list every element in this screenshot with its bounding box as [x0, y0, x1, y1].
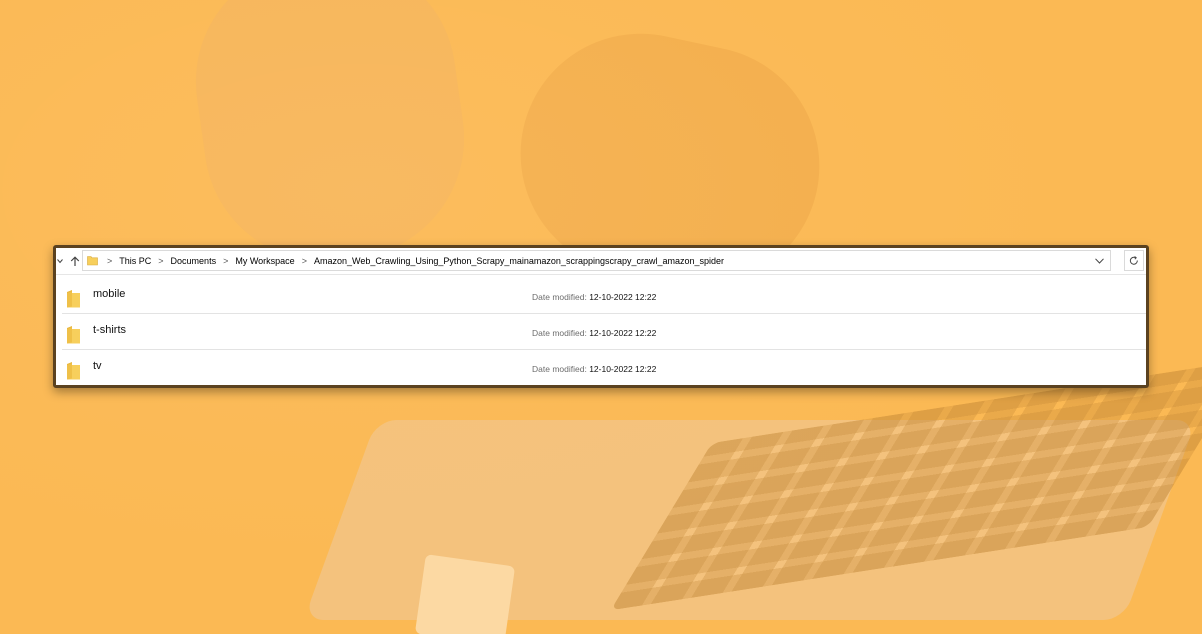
breadcrumb-separator: > [158, 255, 164, 266]
list-item[interactable]: t-shirts Date modified: 12-10-2022 12:22 [62, 314, 1146, 350]
date-modified: Date modified: 12-10-2022 12:22 [532, 292, 656, 302]
date-modified: Date modified: 12-10-2022 12:22 [532, 364, 656, 374]
up-button[interactable] [68, 250, 82, 272]
date-modified-value: 12-10-2022 12:22 [589, 364, 657, 374]
file-name: mobile [93, 288, 126, 300]
file-name: t-shirts [93, 324, 126, 336]
folder-icon [87, 255, 98, 266]
chevron-down-icon [1094, 258, 1104, 264]
file-explorer-window: > This PC > Documents > My Workspace > A… [53, 245, 1149, 388]
file-list: mobile Date modified: 12-10-2022 12:22 t… [56, 278, 1146, 385]
address-bar: > This PC > Documents > My Workspace > A… [56, 248, 1146, 275]
date-modified: Date modified: 12-10-2022 12:22 [532, 328, 656, 338]
date-modified-label: Date modified: [532, 364, 587, 374]
folder-icon [66, 325, 81, 344]
refresh-button[interactable] [1124, 250, 1144, 271]
address-field[interactable]: > This PC > Documents > My Workspace > A… [82, 250, 1111, 271]
date-modified-label: Date modified: [532, 292, 587, 302]
breadcrumb-my-workspace[interactable]: My Workspace [233, 256, 296, 266]
list-item[interactable]: tv Date modified: 12-10-2022 12:22 [62, 350, 1146, 385]
recent-locations-button[interactable] [56, 250, 64, 272]
breadcrumb-separator: > [223, 255, 229, 266]
breadcrumb-separator: > [301, 255, 307, 266]
breadcrumb-separator: > [107, 255, 113, 266]
date-modified-label: Date modified: [532, 328, 587, 338]
chevron-down-icon [57, 259, 63, 264]
breadcrumb-documents[interactable]: Documents [169, 256, 219, 266]
date-modified-value: 12-10-2022 12:22 [589, 328, 657, 338]
breadcrumb-this-pc[interactable]: This PC [117, 256, 153, 266]
list-item[interactable]: mobile Date modified: 12-10-2022 12:22 [62, 278, 1146, 314]
file-name: tv [93, 360, 102, 372]
address-dropdown-button[interactable] [1092, 254, 1106, 268]
breadcrumb-current-folder[interactable]: Amazon_Web_Crawling_Using_Python_Scrapy_… [312, 256, 726, 266]
up-arrow-icon [70, 255, 80, 266]
folder-icon [66, 289, 81, 308]
folder-icon [66, 361, 81, 380]
date-modified-value: 12-10-2022 12:22 [589, 292, 657, 302]
refresh-icon [1129, 255, 1138, 265]
